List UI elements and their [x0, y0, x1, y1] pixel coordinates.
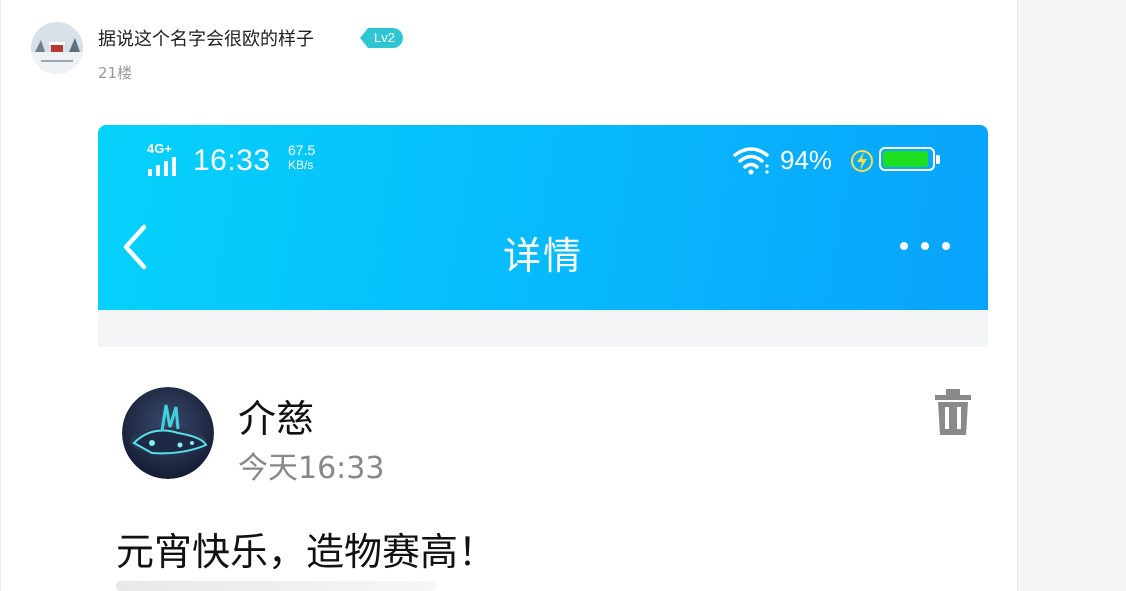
app-header: 4G+ 16:33 67.5 KB/s 94% 详情	[98, 125, 988, 310]
signal-icon	[148, 157, 176, 176]
right-sidebar	[1017, 0, 1126, 591]
poster-avatar[interactable]	[122, 387, 214, 479]
battery-percent: 94%	[780, 145, 833, 175]
network-speed: 67.5 KB/s	[288, 143, 315, 173]
battery-icon	[879, 147, 940, 171]
post-username[interactable]: 据说这个名字会很欧的样子	[98, 25, 314, 51]
creature-avatar-icon	[122, 387, 214, 479]
post-text: 元宵快乐，造物赛高！	[116, 530, 497, 574]
floor-number: 21楼	[98, 64, 133, 82]
wifi-icon	[733, 147, 769, 175]
network-type: 4G+	[147, 141, 172, 156]
speed-value: 67.5	[288, 142, 316, 158]
charging-icon	[851, 150, 873, 172]
status-bar: 4G+ 16:33 67.5 KB/s 94%	[98, 141, 988, 181]
post-time: 今天16:33	[238, 451, 385, 486]
trash-icon[interactable]	[933, 387, 973, 437]
post-image[interactable]: 4G+ 16:33 67.5 KB/s 94% 详情 介慈 今天16:33 元宵…	[98, 125, 988, 591]
dot	[900, 242, 908, 250]
level-badge: Lv2	[360, 28, 403, 48]
left-border	[0, 0, 1, 591]
section-divider	[98, 310, 988, 347]
snow-scene-avatar-icon	[31, 22, 83, 74]
user-avatar[interactable]	[31, 22, 83, 74]
speed-unit: KB/s	[288, 158, 314, 172]
battery-fill	[883, 151, 928, 167]
dot	[921, 242, 929, 250]
truncated-content	[116, 581, 436, 591]
battery-nub	[936, 155, 940, 164]
page-title: 详情	[502, 234, 583, 278]
status-time: 16:33	[193, 144, 271, 177]
more-dots-icon[interactable]	[900, 242, 950, 250]
poster-name[interactable]: 介慈	[238, 388, 314, 443]
dot	[942, 242, 950, 250]
